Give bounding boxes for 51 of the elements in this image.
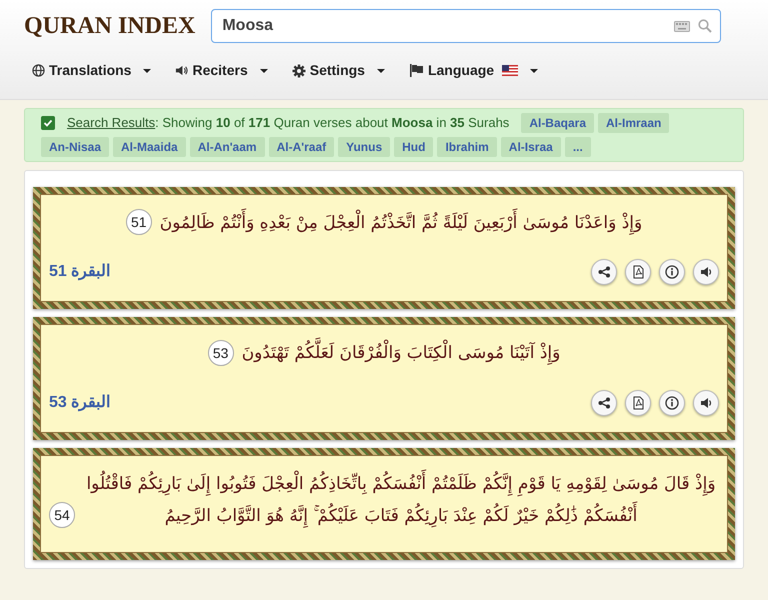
surah-tag[interactable]: Ibrahim [437, 137, 497, 157]
pdf-icon [631, 265, 645, 280]
share-button[interactable] [591, 259, 617, 286]
pdf-icon [631, 396, 645, 410]
search-box[interactable]: Moosa [211, 9, 722, 43]
surah-tag[interactable]: An-Nisaa [41, 137, 110, 157]
info-icon [665, 396, 679, 410]
speaker-icon [699, 265, 713, 280]
surah-tag[interactable]: ... [564, 137, 591, 157]
share-button[interactable] [591, 390, 617, 416]
verse-text: وَإِذْ قَالَ مُوسَىٰ لِقَوْمِهِ يَا قَوْمِ إِنَّكُمْ ظَلَمْتُمْ أَنْفُسَكُمْ بِاتِّخَاذِكُمُ الْعِجْلَ فَتُوبُوا إِلَىٰ بَارِئِكُمْ فَاقْتُلُوا أَنْفُسَكُمْ ذَٰلِكُمْ خَيْرٌ لَكُمْ عِنْدَ بَارِئِكُمْ فَتَابَ عَلَيْكُمْ ۚ إِنَّهُ هُوَ التَّوَّابُ الرَّحِيمُ [83, 464, 719, 536]
flag-icon [408, 63, 424, 78]
keyboard-icon[interactable] [674, 20, 690, 32]
pdf-button[interactable] [625, 390, 651, 416]
share-icon [597, 265, 611, 280]
verse-reference-link[interactable]: البقرة 53 [49, 390, 110, 415]
verse-text: وَإِذْ آتَيْنَا مُوسَى الْكِتَابَ وَالْفُرْقَانَ لَعَلَّكُمْ تَهْتَدُونَ [242, 333, 560, 374]
verse-text: وَإِذْ وَاعَدْنَا مُوسَىٰ أَرْبَعِينَ لَيْلَةً ثُمَّ اتَّخَذْتُمُ الْعِجْلَ مِنْ بَعْدِهِ وَأَنْتُمْ ظَالِمُونَ [160, 203, 642, 244]
info-button[interactable] [659, 390, 685, 416]
results-summary: Search Results: Showing 10 of 171 Quran verses about Moosa in 35 Surahs [67, 114, 510, 132]
verse-number: 54 [49, 502, 75, 528]
surah-tag[interactable]: Al-Maaida [113, 137, 186, 157]
verse-reference-link[interactable]: البقرة 51 [49, 260, 110, 284]
nav-dropdown[interactable]: Reciters [175, 60, 268, 81]
verse-number: 51 [126, 209, 152, 236]
share-icon [597, 396, 611, 410]
surah-tag[interactable]: Yunus [338, 137, 390, 157]
audio-button[interactable] [693, 259, 719, 286]
surah-tag[interactable]: Al-Israa [500, 137, 561, 157]
pdf-button[interactable] [625, 259, 651, 286]
audio-button[interactable] [693, 390, 719, 416]
speaker-icon [175, 64, 188, 77]
globe-icon [32, 64, 45, 77]
us-flag-icon [502, 65, 518, 76]
surah-tag[interactable]: Al-A'raaf [268, 137, 334, 157]
info-icon [665, 265, 679, 280]
info-button[interactable] [659, 259, 685, 286]
verse-number: 53 [208, 340, 234, 366]
settings-icon [292, 64, 306, 78]
surah-tag[interactable]: Al-Baqara [521, 113, 594, 133]
search-field[interactable]: Moosa [220, 13, 666, 39]
speaker-icon [699, 396, 713, 410]
nav-dropdown[interactable]: Settings [292, 60, 385, 81]
nav-dropdown[interactable]: Language [408, 60, 538, 81]
surah-tag[interactable]: Hud [394, 137, 434, 157]
checkbox[interactable] [41, 116, 55, 130]
surah-tag[interactable]: Al-An'aam [190, 137, 265, 157]
search-results-link[interactable]: Search Results [67, 115, 156, 130]
nav-dropdown[interactable]: Translations [32, 60, 152, 81]
site-logo[interactable]: QURAN INDEX [24, 8, 196, 44]
surah-tag[interactable]: Al-Imraan [598, 113, 670, 133]
